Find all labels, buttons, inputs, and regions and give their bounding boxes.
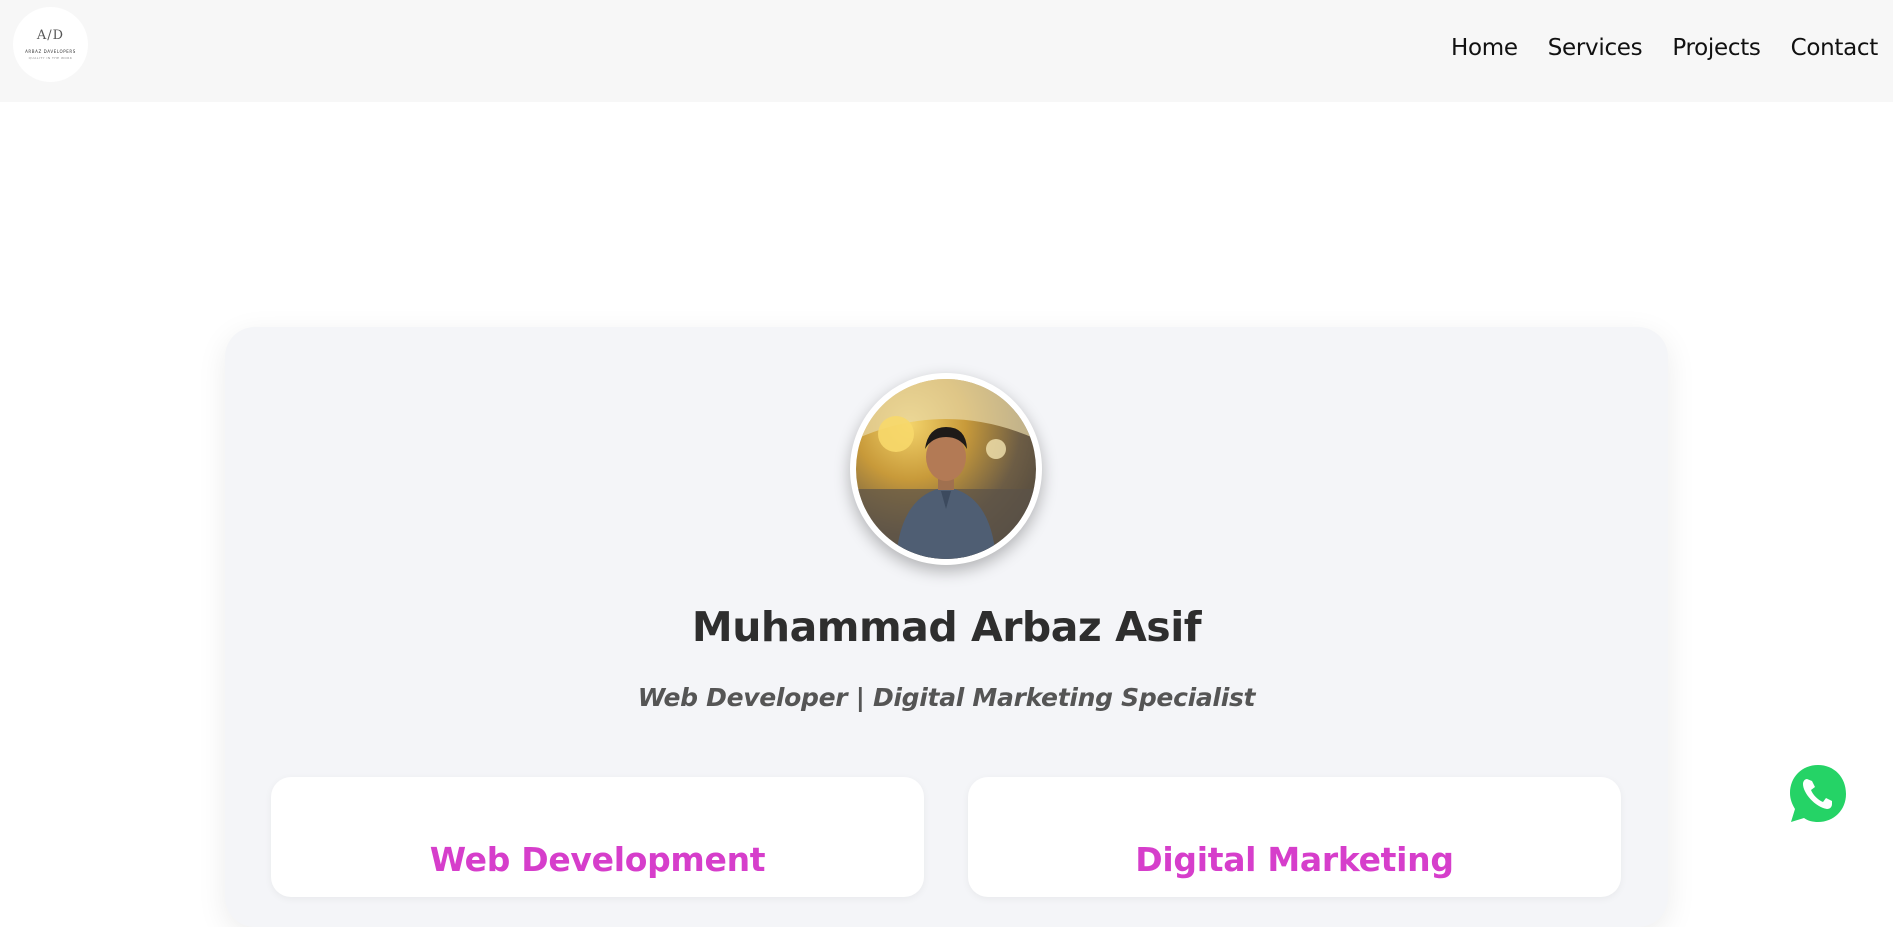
- whatsapp-icon: [1786, 761, 1850, 827]
- nav-projects[interactable]: Projects: [1672, 35, 1761, 61]
- brand-logo[interactable]: A/D ARBAZ DAVELOPERS QUALITY IN THE WORK: [13, 7, 88, 82]
- nav-home[interactable]: Home: [1451, 35, 1518, 61]
- logo-name: ARBAZ DAVELOPERS: [25, 49, 76, 54]
- whatsapp-button[interactable]: [1781, 757, 1855, 831]
- profile-name: Muhammad Arbaz Asif: [691, 603, 1202, 651]
- logo-mark: A/D: [36, 28, 65, 43]
- site-header: A/D ARBAZ DAVELOPERS QUALITY IN THE WORK…: [0, 0, 1893, 102]
- main-nav: Home Services Projects Contact: [1451, 35, 1878, 61]
- profile-avatar: [850, 373, 1042, 565]
- service-card-digital-marketing[interactable]: Digital Marketing: [968, 777, 1621, 897]
- nav-contact[interactable]: Contact: [1791, 35, 1879, 61]
- service-card-web-development[interactable]: Web Development: [271, 777, 924, 897]
- service-title: Digital Marketing: [1135, 840, 1454, 879]
- avatar-photo: [856, 379, 1036, 559]
- profile-tagline: Web Developer | Digital Marketing Specia…: [637, 683, 1256, 712]
- service-title: Web Development: [429, 840, 766, 879]
- nav-services[interactable]: Services: [1548, 35, 1643, 61]
- logo-tagline: QUALITY IN THE WORK: [28, 56, 73, 60]
